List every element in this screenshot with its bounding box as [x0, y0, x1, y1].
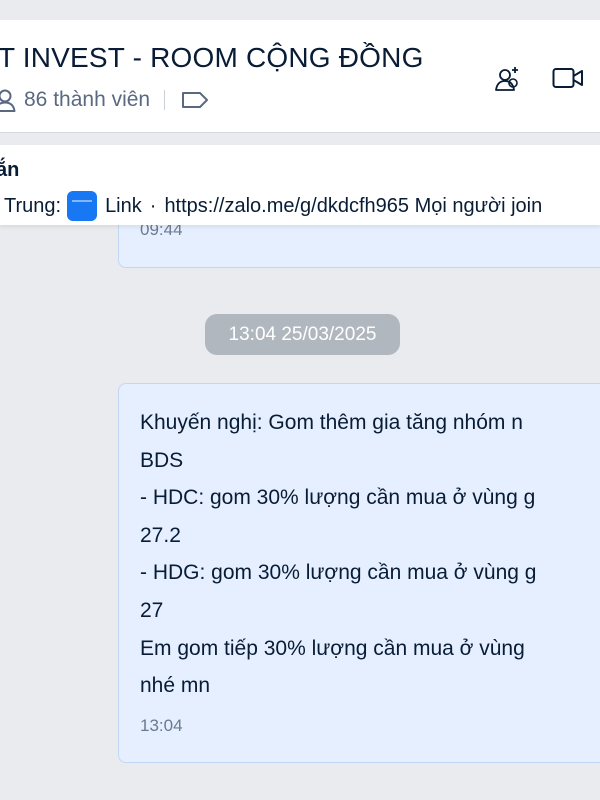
message-line: nhé mn	[140, 674, 211, 698]
message-line: 27	[140, 598, 164, 622]
pinned-message-bar[interactable]: ắn Trung: Link · https://zalo.me/g/dkdcf…	[0, 145, 600, 225]
member-count-label: 86 thành viên	[24, 88, 151, 111]
pinned-sender: Trung:	[4, 194, 62, 217]
video-call-button[interactable]	[550, 60, 586, 96]
message-text[interactable]: Khuyến nghị: Gom thêm gia tăng nhóm n BD…	[140, 404, 600, 705]
top-strip	[0, 0, 600, 20]
date-divider: 13:04 25/03/2025	[205, 314, 400, 355]
message-line: Khuyến nghị: Gom thêm gia tăng nhóm n	[140, 411, 523, 434]
pinned-title: ắn	[0, 159, 20, 181]
separator-dot: ·	[149, 194, 157, 217]
message-line: BDS	[140, 448, 184, 472]
tag-icon[interactable]	[181, 90, 209, 110]
group-title[interactable]: T INVEST - ROOM CỘNG ĐỒNG	[0, 42, 424, 74]
member-count[interactable]: 86 thành viên	[0, 86, 209, 114]
add-member-icon	[495, 67, 518, 91]
pinned-link-text[interactable]: https://zalo.me/g/dkdcfh965 Mọi người jo…	[164, 195, 542, 218]
title-fade	[440, 44, 480, 78]
video-call-icon	[552, 68, 583, 88]
pinned-link-label: Link	[105, 194, 142, 217]
add-member-button[interactable]	[490, 60, 526, 96]
message-line: - HDC: gom 30% lượng cần mua ở vùng g	[140, 486, 536, 510]
message-line: 27.2	[140, 523, 181, 547]
members-icon	[0, 89, 16, 112]
chat-window: T INVEST - ROOM CỘNG ĐỒNG 86 thành viên	[0, 0, 600, 800]
pinned-content: Trung: Link · https://zalo.me/g/dkdcfh96…	[4, 191, 542, 221]
message-line: Em gom tiếp 30% lượng cần mua ở vùng	[140, 636, 525, 660]
message-time: 13:04	[140, 716, 183, 735]
chat-header: T INVEST - ROOM CỘNG ĐỒNG 86 thành viên	[0, 20, 600, 133]
link-thumbnail-icon	[67, 191, 98, 221]
message-line: - HDG: gom 30% lượng cần mua ở vùng g	[140, 561, 537, 585]
divider	[164, 90, 166, 110]
